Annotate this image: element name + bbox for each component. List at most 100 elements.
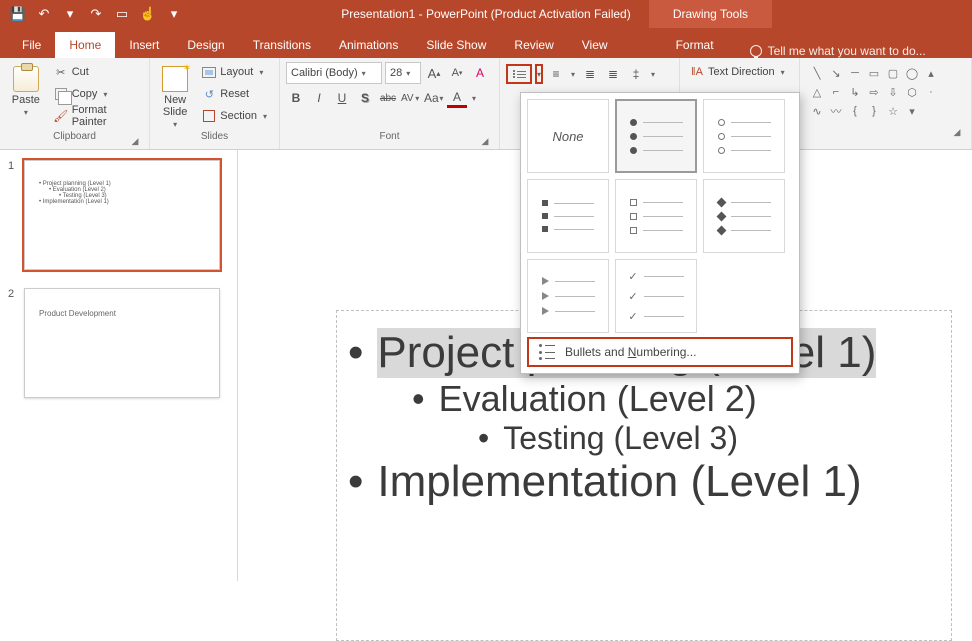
start-from-beginning-icon[interactable]: ▭ — [110, 3, 134, 25]
brace-left-shape-icon[interactable]: { — [846, 102, 864, 120]
qat-customize-icon[interactable]: ▾ — [162, 3, 186, 25]
curve-shape-icon[interactable]: ∿ — [808, 102, 826, 120]
bullet-check-option[interactable] — [615, 259, 697, 333]
strikethrough-button[interactable]: abc — [378, 88, 398, 108]
dialog-launcher-icon[interactable]: ◢ — [129, 135, 141, 147]
reset-icon — [202, 87, 216, 101]
bullet-disc-option[interactable] — [615, 99, 697, 173]
bullets-button[interactable] — [506, 64, 532, 84]
text-direction-icon: ‖A — [690, 65, 704, 79]
slide-thumbnail-panel: 1 • Project planning (Level 1) • Evaluat… — [0, 150, 238, 581]
tab-transitions[interactable]: Transitions — [239, 32, 325, 58]
tab-format[interactable]: Format — [662, 32, 728, 58]
italic-button[interactable]: I — [309, 88, 329, 108]
reset-button[interactable]: Reset — [198, 84, 273, 104]
bullets-and-numbering-menuitem[interactable]: Bullets and Numbering... — [527, 337, 793, 367]
format-painter-button[interactable]: Format Painter — [50, 106, 143, 126]
slide-thumbnail-2[interactable]: 2 Product Development — [10, 288, 227, 398]
row-nav-icon[interactable]: · — [922, 83, 940, 101]
clipboard-icon — [13, 66, 39, 92]
layout-button[interactable]: Layout▾ — [198, 62, 273, 82]
arrow-right-shape-icon[interactable]: ⇨ — [865, 83, 883, 101]
star-shape-icon[interactable]: ☆ — [884, 102, 902, 120]
shadow-button[interactable]: S — [355, 88, 375, 108]
increase-indent-icon[interactable]: ≣ — [603, 64, 623, 84]
chevron-down-icon[interactable]: ▾ — [569, 70, 577, 79]
bullet-open-square-option[interactable] — [615, 179, 697, 253]
numbering-button[interactable]: ≡ — [546, 64, 566, 84]
line-arrow-shape-icon[interactable]: ↘ — [827, 64, 845, 82]
freeform-shape-icon[interactable]: 〰 — [827, 102, 845, 120]
dialog-launcher-icon[interactable]: ◢ — [479, 135, 491, 147]
undo-more-icon[interactable]: ▾ — [58, 3, 82, 25]
brace-right-shape-icon[interactable]: } — [865, 102, 883, 120]
char-spacing-button[interactable]: AV▾ — [401, 88, 421, 108]
bullet-diamond-option[interactable] — [703, 179, 785, 253]
copy-button[interactable]: Copy▾ — [50, 84, 143, 104]
list-item: Implementation (Level 1) — [377, 457, 861, 507]
slide-thumbnail-1[interactable]: 1 • Project planning (Level 1) • Evaluat… — [10, 160, 227, 270]
tab-animations[interactable]: Animations — [325, 32, 412, 58]
bullets-dropdown-icon[interactable]: ▾ — [535, 64, 543, 84]
redo-icon[interactable]: ↷ — [84, 3, 108, 25]
line-shape-icon[interactable]: ╲ — [808, 64, 826, 82]
chevron-down-icon[interactable]: ▾ — [22, 108, 30, 117]
tab-slideshow[interactable]: Slide Show — [412, 32, 500, 58]
elbow-arrow-shape-icon[interactable]: ↳ — [846, 83, 864, 101]
cut-button[interactable]: Cut — [50, 62, 143, 82]
scissors-icon — [54, 65, 68, 79]
bold-button[interactable]: B — [286, 88, 306, 108]
rounded-rect-shape-icon[interactable]: ▢ — [884, 64, 902, 82]
section-label: Section — [220, 110, 257, 122]
line-spacing-icon[interactable]: ‡ — [626, 64, 646, 84]
new-slide-label: New Slide — [163, 94, 187, 118]
tab-home[interactable]: Home — [55, 32, 115, 58]
save-icon[interactable]: 💾 — [6, 3, 30, 25]
scroll-down-icon[interactable]: ▾ — [903, 102, 921, 120]
tell-me-box[interactable]: Tell me what you want to do... — [750, 44, 926, 58]
dialog-launcher-icon[interactable]: ◢ — [951, 126, 963, 138]
scroll-up-icon[interactable]: ▴ — [922, 64, 940, 82]
arrow-down-shape-icon[interactable]: ⇩ — [884, 83, 902, 101]
bullet-ring-option[interactable] — [703, 99, 785, 173]
rectangle-shape-icon[interactable]: ▭ — [865, 64, 883, 82]
shapes-gallery[interactable]: ╲ ↘ ─ ▭ ▢ ◯ ▴ △ ⌐ ↳ ⇨ ⇩ ⬡ · ∿ 〰 { } ☆ ▾ — [806, 62, 965, 122]
new-slide-button[interactable]: New Slide ▾ — [156, 62, 194, 131]
font-color-button[interactable]: A — [447, 88, 467, 108]
tab-file[interactable]: File — [8, 32, 55, 58]
list-item: Testing (Level 3) — [503, 420, 738, 457]
elbow-shape-icon[interactable]: ⌐ — [827, 83, 845, 101]
undo-icon[interactable]: ↶ — [32, 3, 56, 25]
decrease-font-icon[interactable]: A▾ — [447, 63, 467, 83]
lightbulb-icon — [750, 45, 762, 57]
clear-formatting-icon[interactable]: A — [470, 63, 490, 83]
paste-button[interactable]: Paste ▾ — [6, 62, 46, 131]
bullet-arrow-option[interactable] — [527, 259, 609, 333]
list-icon — [539, 344, 555, 360]
underline-button[interactable]: U — [332, 88, 352, 108]
section-button[interactable]: Section▾ — [198, 106, 273, 126]
touch-mode-icon[interactable]: ☝ — [136, 3, 160, 25]
tab-view[interactable]: View — [568, 32, 622, 58]
hexagon-shape-icon[interactable]: ⬡ — [903, 83, 921, 101]
tab-insert[interactable]: Insert — [115, 32, 173, 58]
chevron-down-icon[interactable]: ▾ — [649, 70, 657, 79]
contextual-tab-header: Drawing Tools — [649, 0, 772, 28]
chevron-down-icon[interactable]: ▾ — [171, 120, 179, 129]
change-case-button[interactable]: Aa▾ — [424, 88, 444, 108]
text-direction-button[interactable]: ‖AText Direction▾ — [686, 62, 793, 82]
font-name-value: Calibri (Body) — [291, 67, 358, 79]
tab-review[interactable]: Review — [500, 32, 567, 58]
bullet-icon — [478, 420, 489, 457]
triangle-shape-icon[interactable]: △ — [808, 83, 826, 101]
chevron-down-icon[interactable]: ▾ — [470, 94, 478, 103]
oval-shape-icon[interactable]: ◯ — [903, 64, 921, 82]
bullet-none-option[interactable]: None — [527, 99, 609, 173]
line-shape-icon[interactable]: ─ — [846, 64, 864, 82]
font-size-combo[interactable]: 28▾ — [385, 62, 421, 84]
increase-font-icon[interactable]: A▴ — [424, 63, 444, 83]
tab-design[interactable]: Design — [173, 32, 238, 58]
font-name-combo[interactable]: Calibri (Body)▾ — [286, 62, 382, 84]
decrease-indent-icon[interactable]: ≣ — [580, 64, 600, 84]
bullet-square-option[interactable] — [527, 179, 609, 253]
